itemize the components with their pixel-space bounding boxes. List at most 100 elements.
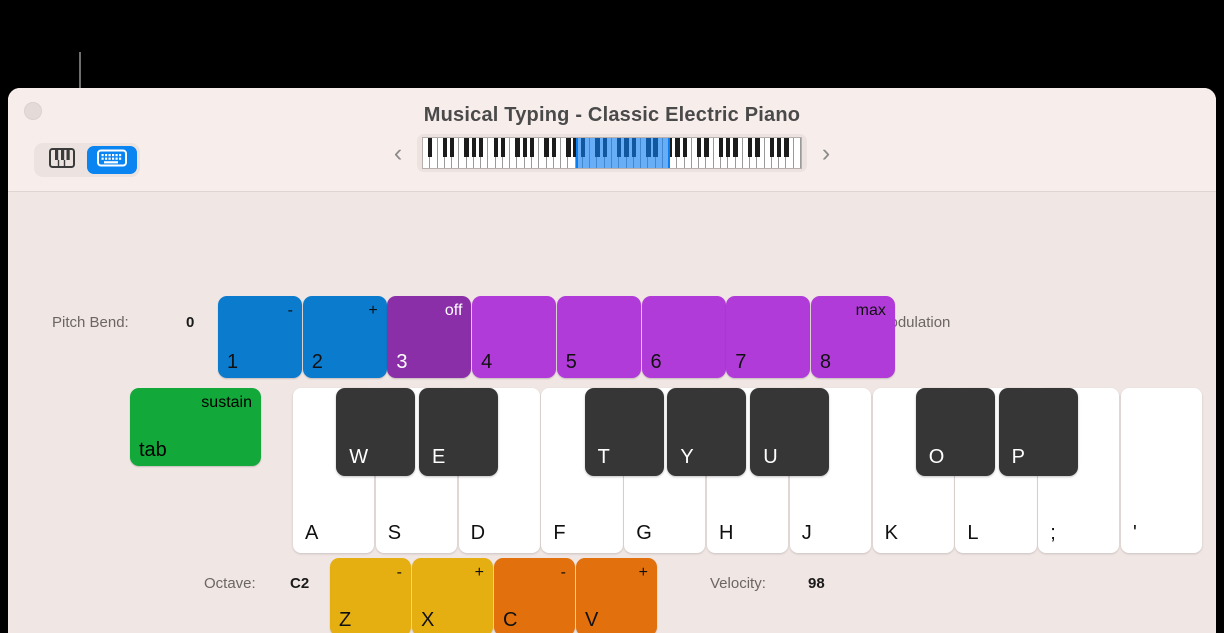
black-key-Y[interactable]: Y xyxy=(667,388,747,476)
black-key-E[interactable]: E xyxy=(419,388,498,476)
black-key-label: E xyxy=(432,446,446,468)
sustain-top-label: sustain xyxy=(201,394,252,411)
keyboard-range-navigator: ‹ › xyxy=(8,134,1216,172)
black-key-W[interactable]: W xyxy=(336,388,416,476)
piano-key-area: A S D F G H J K L; ' W E T Y U O P xyxy=(293,388,1203,553)
mini-black-key xyxy=(544,138,549,157)
white-key-label: S xyxy=(387,522,402,544)
velocity-key-C[interactable]: -C xyxy=(494,558,575,633)
number-key-4-label: 4 xyxy=(481,351,493,373)
mini-black-key xyxy=(595,138,600,157)
number-key-7[interactable]: 7 xyxy=(726,296,811,378)
mini-black-key xyxy=(747,138,753,157)
range-next-button[interactable]: › xyxy=(817,140,835,166)
black-key-label: Y xyxy=(680,446,694,468)
mini-black-key xyxy=(449,138,455,157)
octave-key-X-label: X xyxy=(421,609,435,631)
white-key-label: L xyxy=(967,522,979,544)
octave-key-X[interactable]: + X xyxy=(412,558,493,633)
mini-black-key xyxy=(718,138,724,157)
mini-black-key xyxy=(755,138,760,157)
white-key-label: F xyxy=(553,522,566,544)
sustain-key[interactable]: sustain tab xyxy=(130,388,261,466)
number-key-8-top-label: max xyxy=(855,302,886,319)
octave-label: Octave: xyxy=(204,575,256,592)
number-key-7-label: 7 xyxy=(735,351,747,373)
mini-black-key xyxy=(515,138,520,157)
musical-typing-window: Musical Typing - Classic Electric Piano … xyxy=(8,88,1216,633)
range-prev-button[interactable]: ‹ xyxy=(389,140,407,166)
number-key-6[interactable]: 6 xyxy=(641,296,726,378)
mini-black-key xyxy=(769,138,775,157)
number-key-1-top-label: - xyxy=(287,302,293,319)
black-key-label: T xyxy=(597,446,610,468)
velocity-key-V[interactable]: + V xyxy=(576,558,657,633)
octave-key-Z[interactable]: -Z xyxy=(330,558,411,633)
black-key-O[interactable]: O xyxy=(915,388,995,476)
black-key-label: O xyxy=(928,446,945,468)
white-key-apostrophe[interactable]: ' xyxy=(1121,388,1203,553)
mini-black-key xyxy=(493,138,498,157)
white-key-label: H xyxy=(719,522,734,544)
black-key-label: P xyxy=(1011,446,1025,468)
number-key-3-top-label: off xyxy=(444,302,463,319)
velocity-key-C-label: C xyxy=(503,609,518,631)
window-title: Musical Typing - Classic Electric Piano xyxy=(423,104,801,126)
mini-black-key xyxy=(566,138,571,157)
mini-black-key xyxy=(675,138,680,157)
mini-black-key xyxy=(500,138,506,157)
number-key-4[interactable]: 4 xyxy=(472,296,557,378)
black-key-label: W xyxy=(349,446,369,468)
mini-black-key xyxy=(784,138,789,157)
velocity-key-V-label: V xyxy=(585,609,599,631)
number-key-6-label: 6 xyxy=(650,351,662,373)
mini-keyboard-keys[interactable] xyxy=(422,137,802,169)
white-key-label: J xyxy=(801,522,812,544)
velocity-key-V-top-label: + xyxy=(638,564,648,581)
mini-black-key xyxy=(697,138,702,157)
white-key-label: ' xyxy=(1133,522,1137,544)
number-key-1-label: 1 xyxy=(227,351,239,373)
mini-black-key xyxy=(777,138,782,157)
velocity-label: Velocity: xyxy=(710,575,766,592)
mini-black-key xyxy=(573,138,578,157)
octave-value: C2 xyxy=(290,575,310,592)
mini-black-key xyxy=(478,138,484,157)
white-key-label: ; xyxy=(1050,522,1056,544)
black-key-U[interactable]: U xyxy=(750,388,830,476)
number-key-2-label: 2 xyxy=(311,351,323,373)
mini-black-key xyxy=(733,138,738,157)
mini-black-key xyxy=(617,138,622,157)
number-key-5-label: 5 xyxy=(565,351,577,373)
pitch-bend-value: 0 xyxy=(186,314,195,331)
mini-black-key xyxy=(726,138,731,157)
mini-black-key xyxy=(667,138,673,157)
velocity-key-C-top-label: - xyxy=(560,564,566,581)
number-key-8-label: 8 xyxy=(819,351,832,373)
pitch-bend-label: Pitch Bend: xyxy=(52,314,129,331)
window-titlebar: Musical Typing - Classic Electric Piano … xyxy=(8,88,1216,192)
white-key-label: G xyxy=(636,522,652,544)
mini-black-key xyxy=(631,138,636,157)
number-key-1[interactable]: -1 xyxy=(218,296,302,378)
mini-keyboard-overview[interactable] xyxy=(417,134,807,172)
musical-typing-body: Pitch Bend: 0 Modulation -1 +2 off 3 4 5 6 7 max… xyxy=(8,192,1216,633)
white-key-label: D xyxy=(470,522,486,544)
black-key-P[interactable]: P xyxy=(998,388,1078,476)
mini-black-key xyxy=(580,138,586,157)
velocity-value: 98 xyxy=(808,575,825,592)
mini-black-key xyxy=(522,138,527,157)
black-key-T[interactable]: T xyxy=(584,388,664,476)
number-key-2[interactable]: +2 xyxy=(302,296,387,378)
number-key-5[interactable]: 5 xyxy=(556,296,641,378)
mini-black-key xyxy=(682,138,687,157)
octave-key-X-top-label: + xyxy=(474,564,484,581)
mini-black-key xyxy=(704,138,709,157)
number-key-3[interactable]: off 3 xyxy=(387,296,472,378)
sustain-key-label: tab xyxy=(139,439,167,461)
white-key-label: A xyxy=(305,522,319,544)
number-key-8[interactable]: max 8 xyxy=(810,296,895,378)
black-key-label: U xyxy=(763,446,778,468)
mini-black-key xyxy=(602,138,607,157)
mini-black-key xyxy=(551,138,557,157)
